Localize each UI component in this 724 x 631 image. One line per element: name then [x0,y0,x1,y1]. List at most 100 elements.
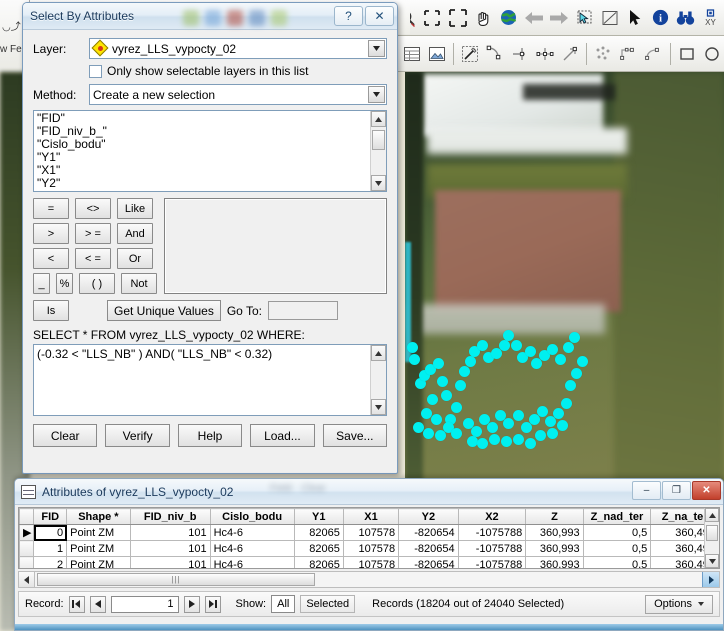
selected-point[interactable] [451,402,462,413]
operator-button[interactable]: < [33,248,69,269]
table-row[interactable]: ▶ 0 Point ZM 101 Hc4-6 82065 107578 -820654 -107… [19,524,719,541]
scroll-thumb[interactable] [706,525,718,541]
operator-button[interactable]: Or [117,248,153,269]
back-extent-arrow-icon[interactable] [522,5,545,31]
table-cell[interactable]: 0,5 [582,540,652,557]
selected-point[interactable] [503,418,514,429]
table-cell[interactable]: 0,5 [582,556,652,568]
row-selector[interactable] [19,540,35,557]
chevron-down-icon[interactable] [368,40,385,57]
selected-point[interactable] [451,428,462,439]
table-cell[interactable]: 107578 [342,556,400,568]
selected-point[interactable] [459,366,470,377]
field-list-item[interactable]: "Y2" [37,177,386,190]
goto-input[interactable] [267,301,338,320]
operator-button[interactable]: Like [117,198,153,219]
selected-point[interactable] [547,428,558,439]
only-selectable-checkbox[interactable] [89,64,102,78]
row-selector[interactable] [19,556,35,568]
operator-button[interactable]: <> [75,198,111,219]
dialog-button-help[interactable]: Help [177,424,243,447]
selected-point[interactable] [501,436,512,447]
selected-point[interactable] [547,344,558,355]
grid-vertical-scrollbar[interactable] [704,508,719,568]
operator-button[interactable]: ( ) [79,273,115,294]
operator-button[interactable]: _ [33,273,50,294]
table-cell[interactable]: Point ZM [66,540,131,557]
selected-point[interactable] [477,438,488,449]
operator-button[interactable]: And [117,223,153,244]
construct-points-icon[interactable] [617,41,640,67]
table-cell[interactable]: 82065 [293,540,344,557]
table-row[interactable]: 1 Point ZM 101 Hc4-6 82065 107578 -820654 -1075… [19,540,719,557]
identify-icon[interactable]: i [649,5,672,31]
layer-combobox[interactable]: vyrez_LLS_vypocty_02 [89,38,387,59]
field-list[interactable]: "FID" "FID_niv_b_" "Cislo_bodu" "Y1" "X1" "Y2… [33,110,387,192]
operator-button[interactable]: > = [75,223,111,244]
column-header[interactable]: Z [525,508,584,525]
selected-point[interactable] [555,354,566,365]
rectangle-tool-icon[interactable] [675,41,698,67]
options-button[interactable]: Options [645,594,713,614]
minimize-icon[interactable]: – [632,481,661,500]
table-cell[interactable]: Point ZM [66,556,131,568]
selected-point[interactable] [571,368,582,379]
selected-point[interactable] [441,390,452,401]
help-button[interactable]: ? [334,6,363,26]
expression-textarea[interactable]: (-0.32 < "LLS_NB" ) AND( "LLS_NB" < 0.32… [33,344,387,416]
selected-point[interactable] [569,332,580,343]
operator-button[interactable]: Not [121,273,157,294]
table-cell[interactable]: 82065 [293,556,344,568]
column-header[interactable]: FID [33,508,68,525]
selected-point[interactable] [503,330,514,341]
attribute-table-title-bar[interactable]: Attributes of vyrez_LLS_vypocty_02 Field… [15,479,723,505]
column-header[interactable]: X2 [457,508,527,525]
undo-redo-icon[interactable]: ◡⤴ [2,18,21,33]
full-extent-globe-icon[interactable] [497,5,520,31]
selected-point[interactable] [465,356,476,367]
table-cell[interactable]: 107578 [342,524,400,541]
record-number-input[interactable]: 1 [110,595,179,613]
table-cell[interactable]: -1075788 [457,540,527,557]
scroll-up-icon[interactable] [371,111,386,127]
go-to-xy-icon[interactable]: XY [700,5,723,31]
table-cell[interactable]: 360,993 [525,556,584,568]
close-icon[interactable]: ✕ [692,481,721,500]
midpoint-tool-icon[interactable] [534,41,557,67]
direction-distance-tool-icon[interactable] [558,41,581,67]
column-header[interactable]: Z_nad_ter [582,508,652,525]
grid-horizontal-scrollbar[interactable]: ||| [18,571,720,588]
method-combobox[interactable]: Create a new selection [89,84,387,105]
trace-tool-icon[interactable] [484,41,507,67]
selected-point[interactable] [513,434,524,445]
curve-tool-icon[interactable] [642,41,665,67]
table-row[interactable]: 2 Point ZM 101 Hc4-6 82065 107578 -820654 -1075… [19,556,719,568]
table-cell[interactable]: 101 [129,540,211,557]
get-unique-values-button[interactable]: Get Unique Values [107,300,221,321]
field-list-item[interactable]: "Cislo_bodu" [37,138,386,151]
only-selectable-row[interactable]: Only show selectable layers in this list [89,64,387,78]
scroll-up-icon[interactable] [371,345,386,361]
selected-point[interactable] [427,394,438,405]
is-button[interactable]: Is [33,300,69,321]
image-layer-icon[interactable] [425,41,448,67]
close-icon[interactable]: ✕ [365,6,394,26]
selected-point[interactable] [477,340,488,351]
selected-point[interactable] [433,358,444,369]
selected-point[interactable] [431,414,442,425]
first-record-button[interactable] [68,595,85,613]
dialog-button-load[interactable]: Load... [250,424,315,447]
operator-button[interactable]: = [33,198,69,219]
table-cell[interactable]: 101 [129,556,211,568]
selected-point[interactable] [511,340,522,351]
row-selector[interactable]: ▶ [19,524,35,541]
distance-tool-icon[interactable] [509,41,532,67]
column-header[interactable]: Y1 [293,508,344,525]
last-record-button[interactable] [204,595,221,613]
dialog-button-clear[interactable]: Clear [33,424,98,447]
column-header[interactable]: FID_niv_b [129,508,211,525]
selected-point[interactable] [537,406,548,417]
scroll-thumb[interactable] [372,130,385,150]
table-cell[interactable]: -1075788 [457,524,527,541]
table-cell[interactable]: 101 [129,524,211,541]
